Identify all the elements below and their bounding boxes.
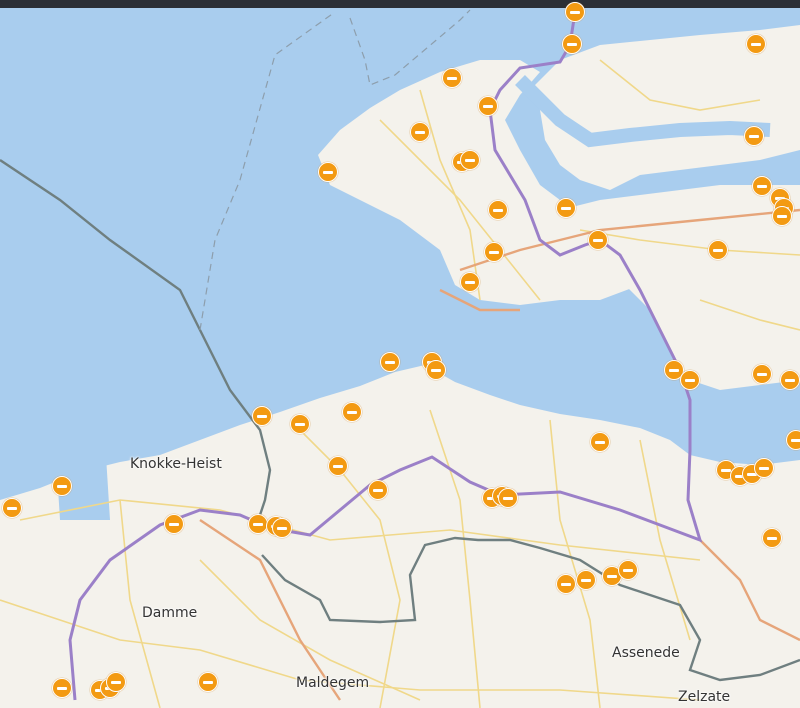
road-closure-icon[interactable] [442, 68, 462, 88]
road-closure-icon[interactable] [410, 122, 430, 142]
road-closure-icon[interactable] [556, 574, 576, 594]
road-closure-icon[interactable] [478, 96, 498, 116]
road-closure-icon[interactable] [290, 414, 310, 434]
road-closure-icon[interactable] [106, 672, 126, 692]
road-closure-icon[interactable] [786, 430, 800, 450]
road-closure-icon[interactable] [248, 514, 268, 534]
road-closure-icon[interactable] [772, 206, 792, 226]
road-closure-icon[interactable] [754, 458, 774, 478]
road-closure-icon[interactable] [52, 476, 72, 496]
road-closure-icon[interactable] [318, 162, 338, 182]
road-closure-icon[interactable] [752, 176, 772, 196]
road-closure-icon[interactable] [164, 514, 184, 534]
road-closure-icon[interactable] [680, 370, 700, 390]
road-closure-icon[interactable] [498, 488, 518, 508]
place-label-damme: Damme [142, 605, 198, 621]
road-closure-icon[interactable] [272, 518, 292, 538]
road-closure-icon[interactable] [328, 456, 348, 476]
road-closure-icon[interactable] [565, 2, 585, 22]
place-label-assenede: Assenede [612, 645, 680, 661]
road-closure-icon[interactable] [342, 402, 362, 422]
road-closure-icon[interactable] [708, 240, 728, 260]
road-closure-icon[interactable] [752, 364, 772, 384]
map-view[interactable]: Knokke-Heist Damme Maldegem Assenede Zel… [0, 0, 800, 708]
road-closure-icon[interactable] [588, 230, 608, 250]
road-closure-icon[interactable] [762, 528, 782, 548]
road-closure-icon[interactable] [426, 360, 446, 380]
road-closure-icon[interactable] [618, 560, 638, 580]
road-closure-icon[interactable] [2, 498, 22, 518]
place-label-zelzate: Zelzate [678, 689, 731, 705]
road-closure-icon[interactable] [556, 198, 576, 218]
road-closure-icon[interactable] [52, 678, 72, 698]
road-closure-icon[interactable] [460, 150, 480, 170]
road-closure-icon[interactable] [198, 672, 218, 692]
road-closure-icon[interactable] [252, 406, 272, 426]
road-closure-icon[interactable] [460, 272, 480, 292]
road-closure-icon[interactable] [484, 242, 504, 262]
road-closure-icon[interactable] [746, 34, 766, 54]
map-canvas [0, 0, 800, 708]
road-closure-icon[interactable] [576, 570, 596, 590]
road-closure-icon[interactable] [744, 126, 764, 146]
road-closure-icon[interactable] [488, 200, 508, 220]
place-label-knokke-heist: Knokke-Heist [130, 456, 222, 472]
road-closure-icon[interactable] [590, 432, 610, 452]
road-closure-icon[interactable] [380, 352, 400, 372]
road-closure-icon[interactable] [368, 480, 388, 500]
road-closure-icon[interactable] [780, 370, 800, 390]
top-bar [0, 0, 800, 8]
place-label-maldegem: Maldegem [296, 675, 370, 691]
road-closure-icon[interactable] [562, 34, 582, 54]
